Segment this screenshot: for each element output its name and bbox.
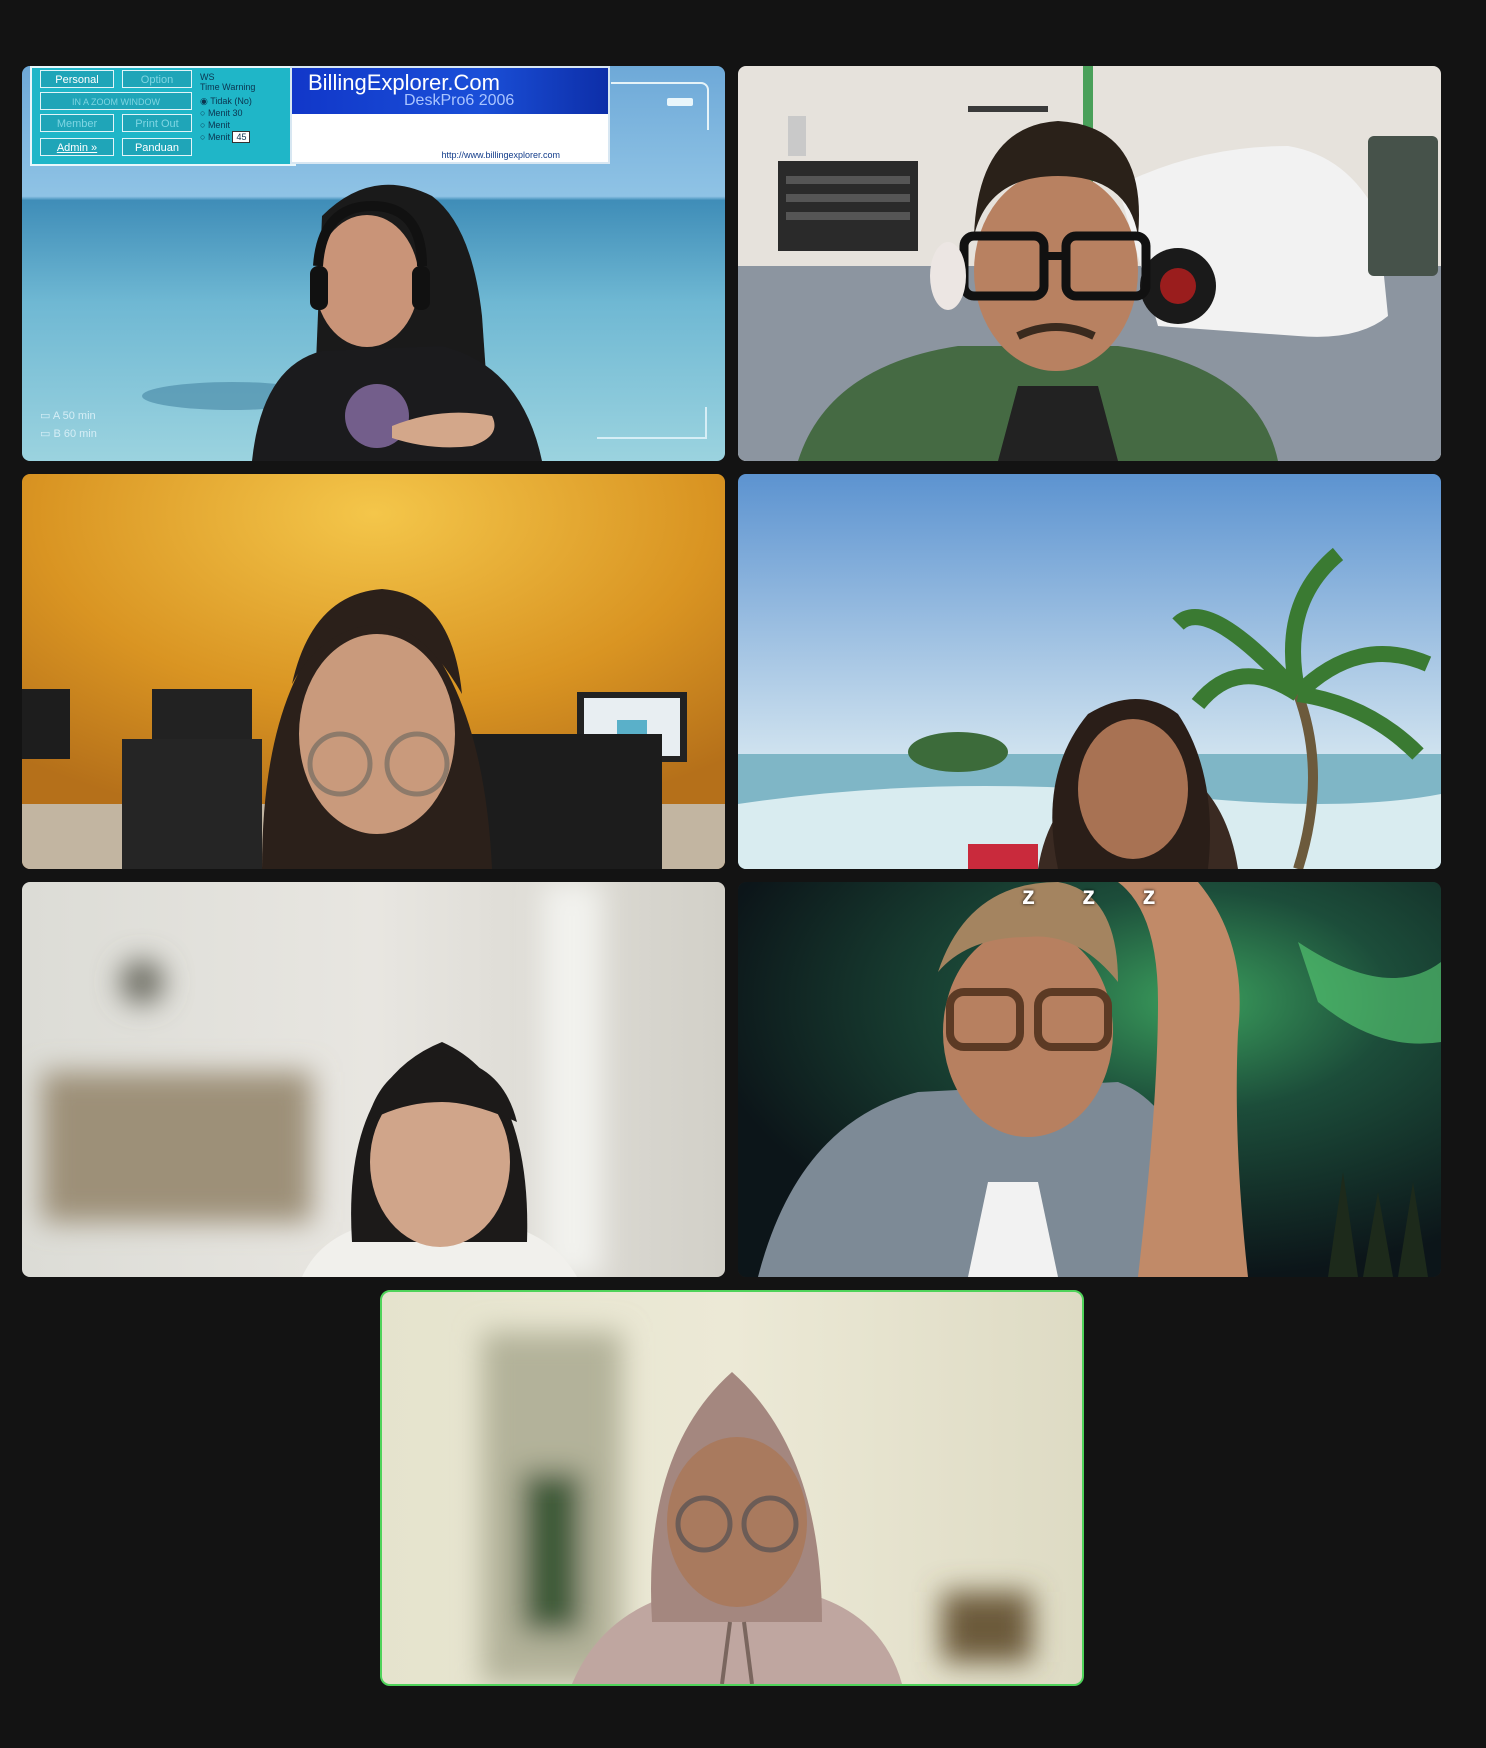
banner-url[interactable]: http://www.billingexplorer.com: [441, 150, 560, 160]
option-menit-b-label: Menit: [207, 132, 230, 142]
print-out-button[interactable]: Print Out: [122, 114, 192, 132]
option-menit-30[interactable]: ○ Menit 30: [200, 108, 242, 119]
time-warning-label: Time Warning: [200, 82, 256, 92]
radio-icon: ○: [200, 120, 208, 130]
panduan-button[interactable]: Panduan: [122, 138, 192, 156]
option-tidak[interactable]: ◉ Tidak (No): [200, 96, 252, 107]
participant-video-5: [22, 882, 725, 1277]
billing-banner: BillingExplorer.Com DeskPro6 2006 http:/…: [290, 66, 610, 164]
zz-overlay: z z z: [1022, 882, 1176, 910]
personal-button[interactable]: Personal: [40, 70, 114, 88]
hud-corner-frame: [611, 82, 709, 130]
zoom-window-button[interactable]: IN A ZOOM WINDOW: [40, 92, 192, 110]
hud-timer: ▭ A 50 min ▭ B 60 min: [40, 407, 97, 443]
option-menit-30-label: Menit 30: [207, 108, 243, 118]
hud-indicator: [667, 98, 693, 106]
participant-tile-2[interactable]: [738, 66, 1441, 461]
participant-video-7: [382, 1292, 1082, 1684]
admin-button[interactable]: Admin »: [40, 138, 114, 156]
option-menit-b[interactable]: ○ Menit 45: [200, 131, 251, 143]
participant-tile-7[interactable]: [380, 1290, 1084, 1686]
screen-icon: ▭: [40, 428, 54, 440]
option-button[interactable]: Option: [122, 70, 192, 88]
participant-video-4: [738, 474, 1441, 869]
billing-control-panel: Personal Option IN A ZOOM WINDOW Member …: [30, 66, 296, 166]
option-tidak-label: Tidak (No): [210, 96, 252, 106]
participant-video-6: [738, 882, 1441, 1277]
screen-icon: ▭: [40, 410, 53, 422]
option-menit-a-label: Menit: [207, 120, 230, 130]
radio-icon: ○: [200, 132, 208, 142]
hud-line-a-text: A 50 min: [52, 410, 96, 422]
member-button[interactable]: Member: [40, 114, 114, 132]
option-menit-a[interactable]: ○ Menit: [200, 120, 230, 131]
participant-video-2: [738, 66, 1441, 461]
hud-right-frame: [597, 407, 707, 439]
participant-tile-4[interactable]: [738, 474, 1441, 869]
radio-icon: ○: [200, 108, 208, 118]
participant-tile-5[interactable]: [22, 882, 725, 1277]
participant-tile-3[interactable]: [22, 474, 725, 869]
radio-selected-icon: ◉: [200, 96, 211, 106]
hud-line-b-text: B 60 min: [53, 428, 97, 440]
participant-tile-1[interactable]: Personal Option IN A ZOOM WINDOW Member …: [22, 66, 725, 461]
banner-product: DeskPro6 2006: [404, 92, 515, 109]
menit-value-field[interactable]: 45: [232, 131, 251, 143]
participant-video-3: [22, 474, 725, 869]
participant-tile-6[interactable]: z z z: [738, 882, 1441, 1277]
hud-line-a: ▭ A 50 min: [40, 407, 97, 425]
hud-line-b: ▭ B 60 min: [40, 425, 97, 443]
